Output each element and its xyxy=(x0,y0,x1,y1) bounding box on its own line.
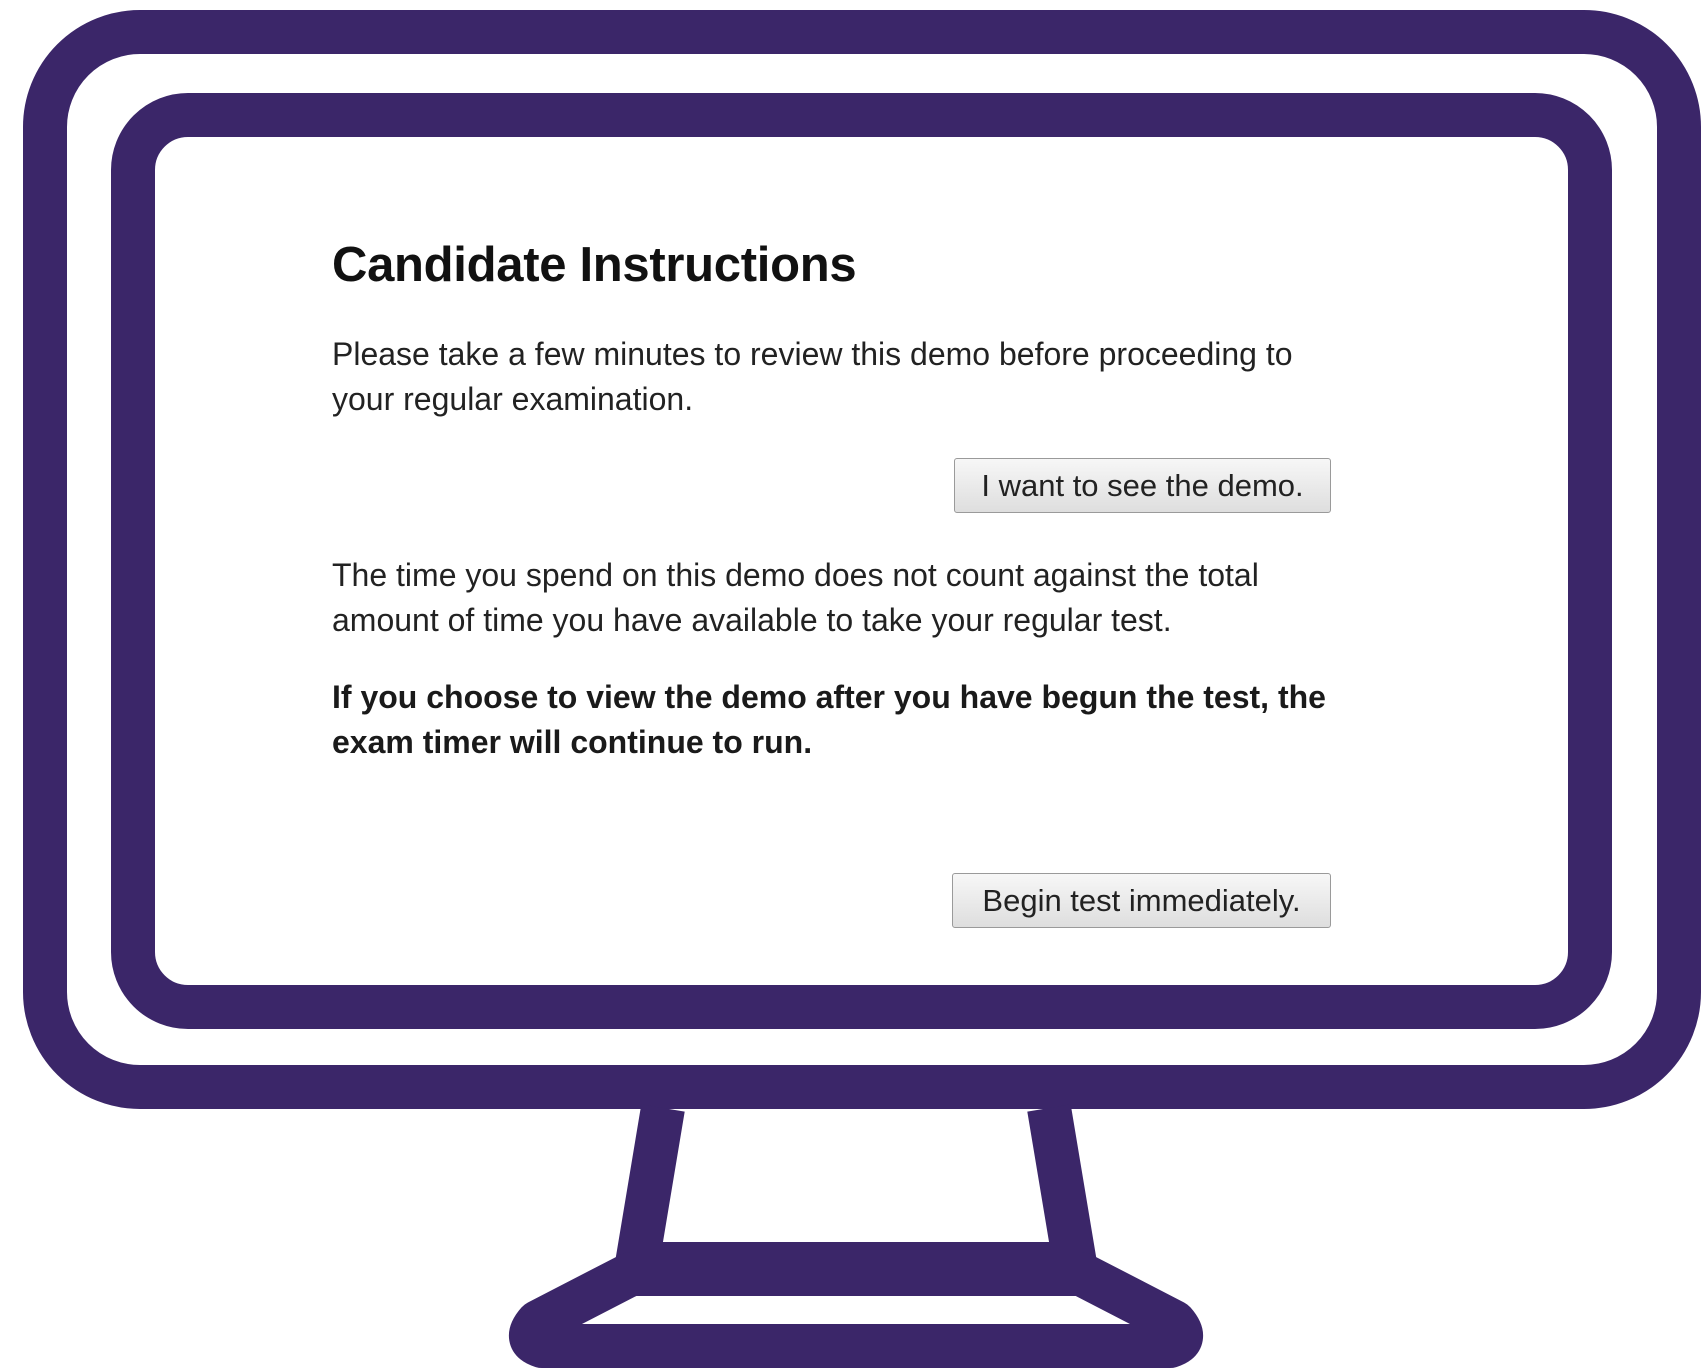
page-title: Candidate Instructions xyxy=(332,238,857,292)
intro-text: Please take a few minutes to review this… xyxy=(332,336,1293,417)
monitor-illustration: Candidate Instructions Please take a few… xyxy=(0,0,1705,1368)
timer-warning-text: If you choose to view the demo after you… xyxy=(332,679,1326,760)
time-note-text: The time you spend on this demo does not… xyxy=(332,557,1259,638)
monitor-stand xyxy=(615,1104,1097,1286)
see-demo-button[interactable]: I want to see the demo. xyxy=(954,458,1331,513)
monitor-base xyxy=(509,1252,1203,1368)
begin-test-button[interactable]: Begin test immediately. xyxy=(952,873,1331,928)
screen-content: Candidate Instructions Please take a few… xyxy=(155,137,1569,985)
